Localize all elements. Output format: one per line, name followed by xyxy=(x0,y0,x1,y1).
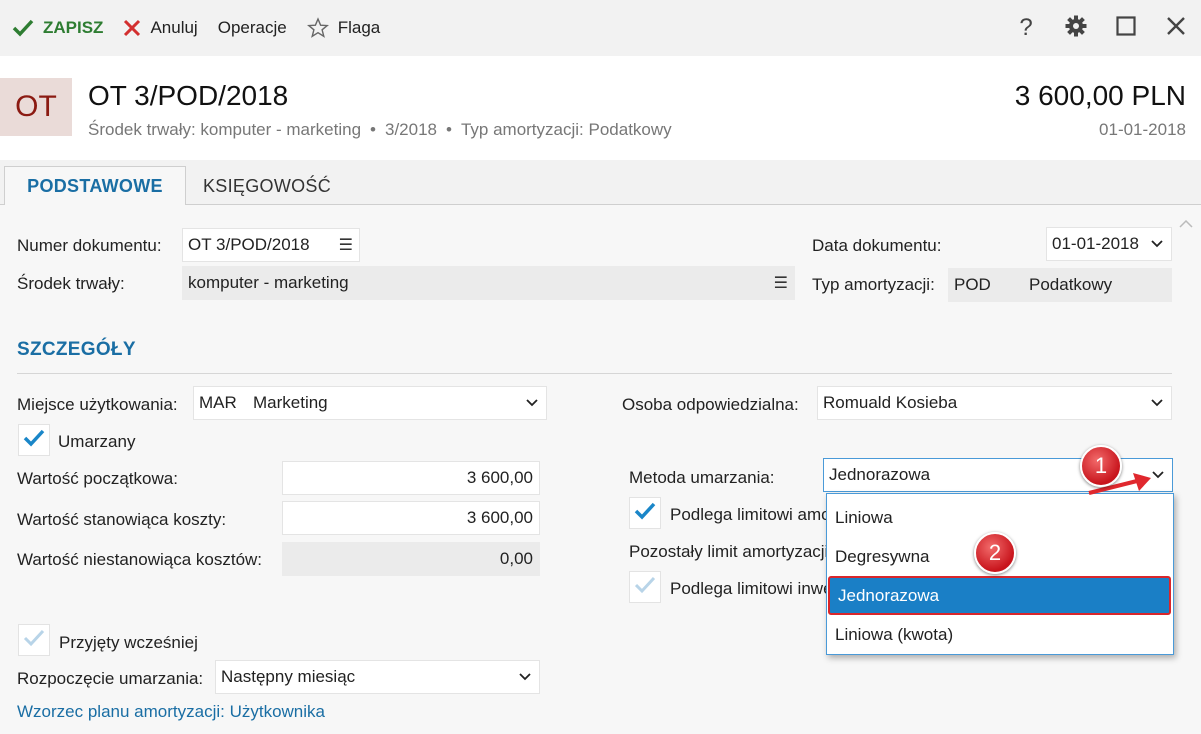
maximize-icon xyxy=(1116,15,1136,41)
chevron-down-icon[interactable] xyxy=(1151,240,1163,248)
initial-value-label: Wartość początkowa: xyxy=(17,469,178,488)
document-date: 01-01-2018 xyxy=(1099,120,1186,139)
person-label: Osoba odpowiedzialna: xyxy=(622,395,799,414)
checkmark-icon xyxy=(634,502,656,525)
document-amount: 3 600,00 PLN xyxy=(1014,80,1186,111)
doc-date-field[interactable]: 01-01-2018 xyxy=(1046,227,1172,261)
scroll-up-icon[interactable] xyxy=(1179,213,1193,233)
place-field[interactable]: MAR Marketing xyxy=(193,386,547,420)
checkmark-icon xyxy=(23,429,45,452)
start-field[interactable]: Następny miesiąc xyxy=(215,660,540,694)
asset-label: Środek trwały: xyxy=(17,274,125,293)
menu-lines-icon[interactable]: ☰ xyxy=(339,235,353,255)
document-subtitle: Środek trwały: komputer - marketing • 3/20… xyxy=(88,120,672,139)
accepted-label: Przyjęty wcześniej xyxy=(59,633,198,652)
noncost-value: 0,00 xyxy=(499,549,533,568)
callout-badge-2: 2 xyxy=(974,532,1016,574)
settings-button[interactable] xyxy=(1051,0,1101,56)
flag-label: Flaga xyxy=(337,18,381,37)
asset-field[interactable]: komputer - marketing ☰ xyxy=(182,266,795,300)
subtitle-asset: Środek trwały: komputer - marketing xyxy=(88,120,362,139)
place-name: Marketing xyxy=(253,393,328,412)
checkmark-icon xyxy=(23,629,45,652)
tab-bar: PODSTAWOWE KSIĘGOWOŚĆ xyxy=(0,160,1201,206)
close-icon xyxy=(1166,16,1186,41)
gear-icon xyxy=(1065,15,1087,42)
close-window-button[interactable] xyxy=(1151,0,1201,56)
subtitle-type: Typ amortyzacji: Podatkowy xyxy=(460,120,672,139)
close-x-icon xyxy=(123,19,141,37)
invest-limit-checkbox[interactable] xyxy=(629,571,661,603)
question-mark-icon: ? xyxy=(1019,14,1033,41)
help-button[interactable]: ? xyxy=(1001,0,1051,56)
doc-date-label: Data dokumentu: xyxy=(812,236,942,255)
form-content: Numer dokumentu: OT 3/POD/2018 ☰ Środek … xyxy=(0,205,1201,734)
chevron-down-icon[interactable] xyxy=(519,673,531,681)
noncost-value-field: 0,00 xyxy=(282,542,540,576)
doc-date-value: 01-01-2018 xyxy=(1052,234,1139,253)
operations-button[interactable]: Operacje xyxy=(208,0,297,56)
operations-label: Operacje xyxy=(217,18,287,37)
method-value: Jednorazowa xyxy=(829,465,931,484)
section-title: SZCZEGÓŁY xyxy=(17,339,136,360)
place-label: Miejsce użytkowania: xyxy=(17,395,178,414)
method-dropdown-list: Liniowa Degresywna Jednorazowa Liniowa (… xyxy=(826,493,1174,655)
menu-lines-icon[interactable]: ☰ xyxy=(774,273,788,293)
person-field[interactable]: Romuald Kosieba xyxy=(817,386,1172,420)
toolbar: ZAPISZ Anuluj Operacje Flaga ? xyxy=(0,0,1201,56)
asset-value: komputer - marketing xyxy=(188,273,349,292)
save-button[interactable]: ZAPISZ xyxy=(0,0,113,56)
document-header: OT OT 3/POD/2018 Środek trwały: komputer… xyxy=(0,56,1201,160)
accepted-checkbox[interactable] xyxy=(18,624,50,656)
star-icon xyxy=(306,17,329,39)
checkmark-icon xyxy=(634,576,656,599)
noncost-value-label: Wartość niestanowiąca kosztów: xyxy=(17,550,263,569)
dep-type-name: Podatkowy xyxy=(1029,275,1113,294)
document-title: OT 3/POD/2018 xyxy=(88,80,289,111)
doc-number-field[interactable]: OT 3/POD/2018 ☰ xyxy=(182,228,360,262)
doc-number-label: Numer dokumentu: xyxy=(17,236,162,255)
subtitle-number: 3/2018 xyxy=(385,120,437,139)
cost-value-field[interactable]: 3 600,00 xyxy=(282,501,540,535)
checkmark-icon xyxy=(12,19,34,37)
option-liniowa-kwota[interactable]: Liniowa (kwota) xyxy=(827,615,1173,654)
doc-number-value: OT 3/POD/2018 xyxy=(188,235,310,254)
initial-value-field[interactable]: 3 600,00 xyxy=(282,461,540,495)
limit-checkbox[interactable] xyxy=(629,497,661,529)
maximize-button[interactable] xyxy=(1101,0,1151,56)
plan-template-link[interactable]: Wzorzec planu amortyzacji: Użytkownika xyxy=(17,702,325,722)
tab-podstawowe[interactable]: PODSTAWOWE xyxy=(4,166,186,206)
option-jednorazowa[interactable]: Jednorazowa xyxy=(828,576,1171,615)
method-label: Metoda umarzania: xyxy=(629,468,775,487)
cost-value: 3 600,00 xyxy=(466,508,533,527)
tab-ksiegowosc[interactable]: KSIĘGOWOŚĆ xyxy=(203,166,331,206)
cancel-button[interactable]: Anuluj xyxy=(113,0,207,56)
start-value: Następny miesiąc xyxy=(221,667,356,686)
cost-value-label: Wartość stanowiąca koszty: xyxy=(17,510,227,529)
callout-badge-1: 1 xyxy=(1080,445,1122,487)
flag-button[interactable]: Flaga xyxy=(297,0,391,56)
cancel-label: Anuluj xyxy=(150,18,198,37)
remaining-limit-label: Pozostały limit amortyzacji xyxy=(629,542,829,561)
dep-type-label: Typ amortyzacji: xyxy=(812,275,935,294)
chevron-down-icon[interactable] xyxy=(526,399,538,407)
depreciated-checkbox[interactable] xyxy=(18,424,50,456)
section-divider xyxy=(17,373,1172,374)
depreciated-label: Umarzany xyxy=(58,432,136,451)
place-code: MAR xyxy=(199,393,237,412)
dep-type-code: POD xyxy=(954,275,991,294)
document-type-badge: OT xyxy=(0,78,72,136)
chevron-down-icon[interactable] xyxy=(1151,399,1163,407)
start-label: Rozpoczęcie umarzania: xyxy=(17,669,204,688)
option-liniowa[interactable]: Liniowa xyxy=(827,498,1173,537)
dep-type-field[interactable]: POD Podatkowy xyxy=(948,268,1172,302)
save-label: ZAPISZ xyxy=(43,18,104,37)
person-value: Romuald Kosieba xyxy=(823,393,958,412)
initial-value: 3 600,00 xyxy=(466,468,533,487)
